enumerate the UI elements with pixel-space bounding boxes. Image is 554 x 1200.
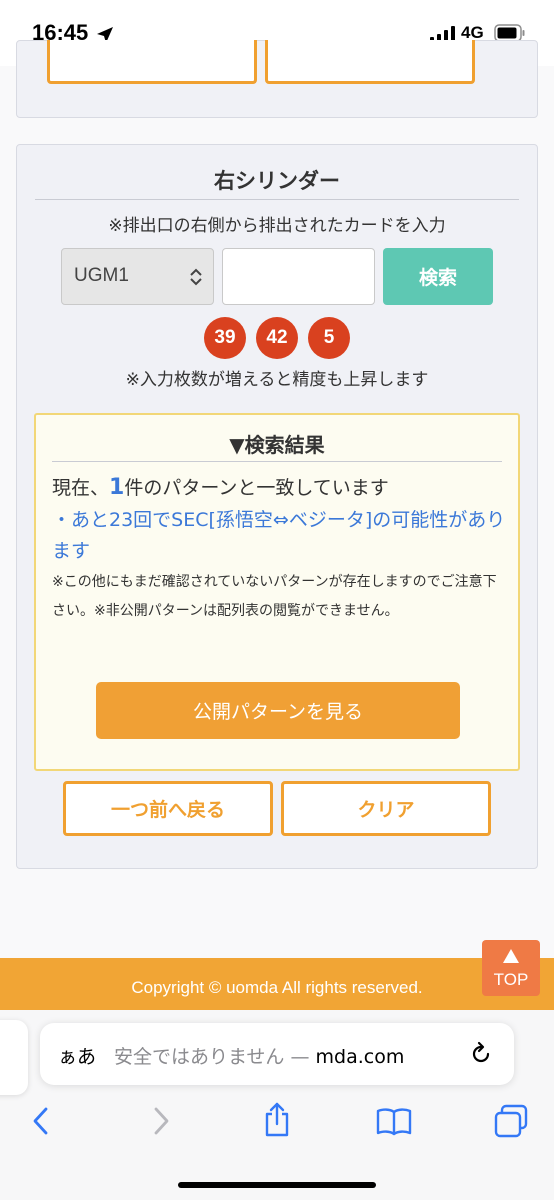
arrow-up-icon	[503, 949, 519, 963]
address-bar[interactable]: ぁあ 安全ではありません — mda.com	[40, 1023, 514, 1085]
match-prefix: 現在、	[52, 477, 110, 499]
back-icon[interactable]	[30, 1106, 52, 1136]
sec-probability-text: ・あと23回でSEC[孫悟空⇔ベジータ]の可能性があります	[52, 509, 506, 562]
url-text: 安全ではありません — mda.com	[114, 1042, 404, 1069]
entered-card-chip[interactable]: 39	[204, 317, 246, 359]
card-number-input[interactable]	[222, 248, 375, 305]
entered-cards: 39 42 5	[17, 317, 537, 359]
scroll-top-label: TOP	[493, 970, 529, 989]
match-summary: 現在、1件のパターンと一致しています	[52, 473, 389, 500]
match-count: 1	[109, 475, 125, 500]
right-cylinder-card: 右シリンダー ※排出口の右側から排出されたカードを入力 UGM1 検索 39 4…	[16, 144, 538, 869]
series-select[interactable]: UGM1	[61, 248, 214, 305]
caution-text: ※この他にもまだ確認されていないパターンが存在しますのでご注意下さい。※非公開パ…	[52, 574, 497, 619]
card-title: 右シリンダー	[214, 169, 340, 193]
series-select-value: UGM1	[74, 265, 129, 286]
url-security-note: 安全ではありません —	[114, 1046, 316, 1068]
copyright: Copyright © uomda All rights reserved.	[131, 978, 423, 997]
search-button[interactable]: 検索	[383, 248, 493, 305]
url-domain: mda.com	[315, 1046, 405, 1068]
match-suffix: 件のパターンと一致しています	[124, 477, 389, 499]
chevron-up-down-icon	[190, 268, 202, 286]
forward-icon[interactable]	[150, 1106, 172, 1136]
card-description: ※排出口の右側から排出されたカードを入力	[108, 216, 446, 236]
back-button[interactable]: 一つ前へ戻る	[63, 781, 273, 836]
entered-card-chip[interactable]: 5	[308, 317, 350, 359]
card-divider	[35, 199, 519, 200]
view-public-pattern-button[interactable]: 公開パターンを見る	[96, 682, 460, 739]
search-result-box: ▼検索結果 現在、1件のパターンと一致しています ・あと23回でSEC[孫悟空⇔…	[34, 413, 520, 771]
bookmarks-icon[interactable]	[376, 1106, 412, 1136]
home-indicator	[178, 1182, 376, 1188]
browser-chrome: ぁあ 安全ではありません — mda.com	[0, 1010, 554, 1200]
page-settings-button[interactable]: ぁあ	[58, 1042, 96, 1069]
previous-back-button[interactable]	[47, 40, 257, 84]
scroll-top-button[interactable]: TOP	[482, 940, 540, 996]
tabs-icon[interactable]	[494, 1104, 528, 1138]
previous-clear-button[interactable]	[265, 40, 475, 84]
result-divider	[52, 461, 502, 462]
clear-button[interactable]: クリア	[281, 781, 491, 836]
result-title: ▼検索結果	[229, 433, 325, 457]
previous-tab-preview[interactable]	[0, 1020, 28, 1095]
footer: Copyright © uomda All rights reserved.	[0, 958, 554, 1010]
entered-card-chip[interactable]: 42	[256, 317, 298, 359]
reload-icon[interactable]	[468, 1041, 494, 1067]
share-icon[interactable]	[262, 1102, 292, 1138]
accuracy-note: ※入力枚数が増えると精度も上昇します	[125, 370, 429, 390]
